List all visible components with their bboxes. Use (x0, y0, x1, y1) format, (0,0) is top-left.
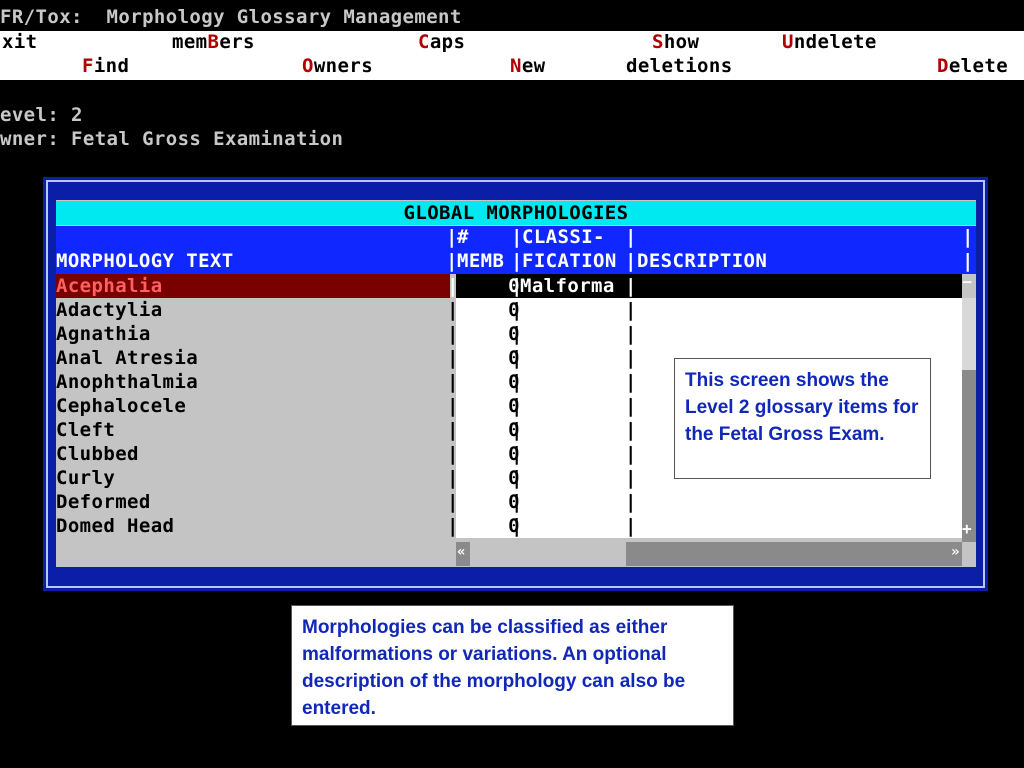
cell-morphology-text[interactable]: Cleft (56, 418, 446, 442)
cell-classification[interactable] (520, 394, 638, 418)
cell-morphology-text[interactable]: Adactylia (56, 298, 446, 322)
cell-morphology-text[interactable]: Cephalocele (56, 394, 446, 418)
menu-find[interactable]: Find (82, 55, 129, 77)
cell-morphology-text[interactable]: Clubbed (56, 442, 446, 466)
menu-owners[interactable]: Owners (302, 55, 373, 77)
scroll-left-icon[interactable]: « (457, 544, 466, 560)
table-row[interactable]: Agnathia 0 | | | (56, 322, 976, 346)
menu-delete[interactable]: Delete (937, 55, 1008, 77)
cell-morphology-text[interactable]: Anophthalmia (56, 370, 446, 394)
cell-classification[interactable] (520, 514, 638, 538)
menu-new[interactable]: New (510, 55, 546, 77)
header-memb[interactable]: MEMB (457, 250, 504, 272)
cell-classification[interactable] (520, 346, 638, 370)
grid-title: GLOBAL MORPHOLOGIES (403, 202, 629, 224)
vertical-scroll-thumb[interactable] (962, 370, 976, 542)
menu-caps[interactable]: Caps (418, 31, 465, 53)
menu-members[interactable]: memBers (172, 31, 255, 53)
grid-title-bar: GLOBAL MORPHOLOGIES (56, 201, 976, 225)
column-header: MORPHOLOGY TEXT | | # MEMB | | CLASSI- F… (56, 226, 976, 274)
cell-classification[interactable] (520, 490, 638, 514)
callout-classification: Morphologies can be classified as either… (291, 605, 734, 726)
cell-classification[interactable] (520, 466, 638, 490)
table-row[interactable]: Acephalia 0 Malforma | | | (56, 274, 976, 298)
table-row[interactable]: Domed Head 0 | | | (56, 514, 976, 538)
cell-morphology-text[interactable]: Acephalia (56, 274, 450, 298)
window-title: FR/Tox: Morphology Glossary Management (0, 6, 462, 28)
owner-label: wner: Fetal Gross Examination (0, 128, 344, 150)
cell-description[interactable] (638, 514, 962, 538)
cell-morphology-text[interactable]: Anal Atresia (56, 346, 446, 370)
menu-show[interactable]: Show (652, 31, 699, 53)
menu-bar: xit memBers Caps Show Undelete Find Owne… (0, 31, 1024, 80)
cell-description[interactable] (638, 322, 962, 346)
menu-undelete[interactable]: Undelete (782, 31, 877, 53)
menu-deletions[interactable]: deletions (626, 55, 733, 77)
header-class-top: CLASSI- (522, 226, 605, 248)
grid-rows: Acephalia 0 Malforma | | | Adactylia 0 | | |… (56, 274, 962, 538)
header-memb-top: # (457, 226, 469, 248)
cell-classification[interactable] (520, 322, 638, 346)
cell-classification[interactable]: Malforma (520, 274, 638, 298)
scroll-down-marker[interactable]: + (962, 519, 972, 538)
header-description[interactable]: DESCRIPTION (637, 250, 767, 272)
cell-morphology-text[interactable]: Curly (56, 466, 446, 490)
cell-description[interactable] (638, 490, 962, 514)
cell-description[interactable] (638, 298, 962, 322)
header-classification[interactable]: FICATION (522, 250, 617, 272)
cell-description[interactable] (638, 274, 962, 298)
cell-classification[interactable] (520, 418, 638, 442)
cell-classification[interactable] (520, 298, 638, 322)
cell-classification[interactable] (520, 442, 638, 466)
level-label: evel: 2 (0, 104, 83, 126)
scroll-right-icon[interactable]: » (951, 544, 960, 560)
table-row[interactable]: Adactylia 0 | | | (56, 298, 976, 322)
scroll-up-marker[interactable]: – (963, 274, 972, 290)
table-row[interactable]: Deformed 0 | | | (56, 490, 976, 514)
cell-morphology-text[interactable]: Deformed (56, 490, 446, 514)
horizontal-scroll-thumb[interactable] (470, 542, 626, 566)
cell-classification[interactable] (520, 370, 638, 394)
callout-level2: This screen shows the Level 2 glossary i… (674, 358, 931, 479)
header-morphology-text[interactable]: MORPHOLOGY TEXT (56, 250, 234, 272)
cell-morphology-text[interactable]: Agnathia (56, 322, 446, 346)
menu-exit[interactable]: xit (2, 31, 38, 53)
cell-morphology-text[interactable]: Domed Head (56, 514, 446, 538)
vertical-scrollbar[interactable] (962, 298, 976, 542)
horizontal-scrollbar[interactable]: « » (456, 542, 962, 566)
